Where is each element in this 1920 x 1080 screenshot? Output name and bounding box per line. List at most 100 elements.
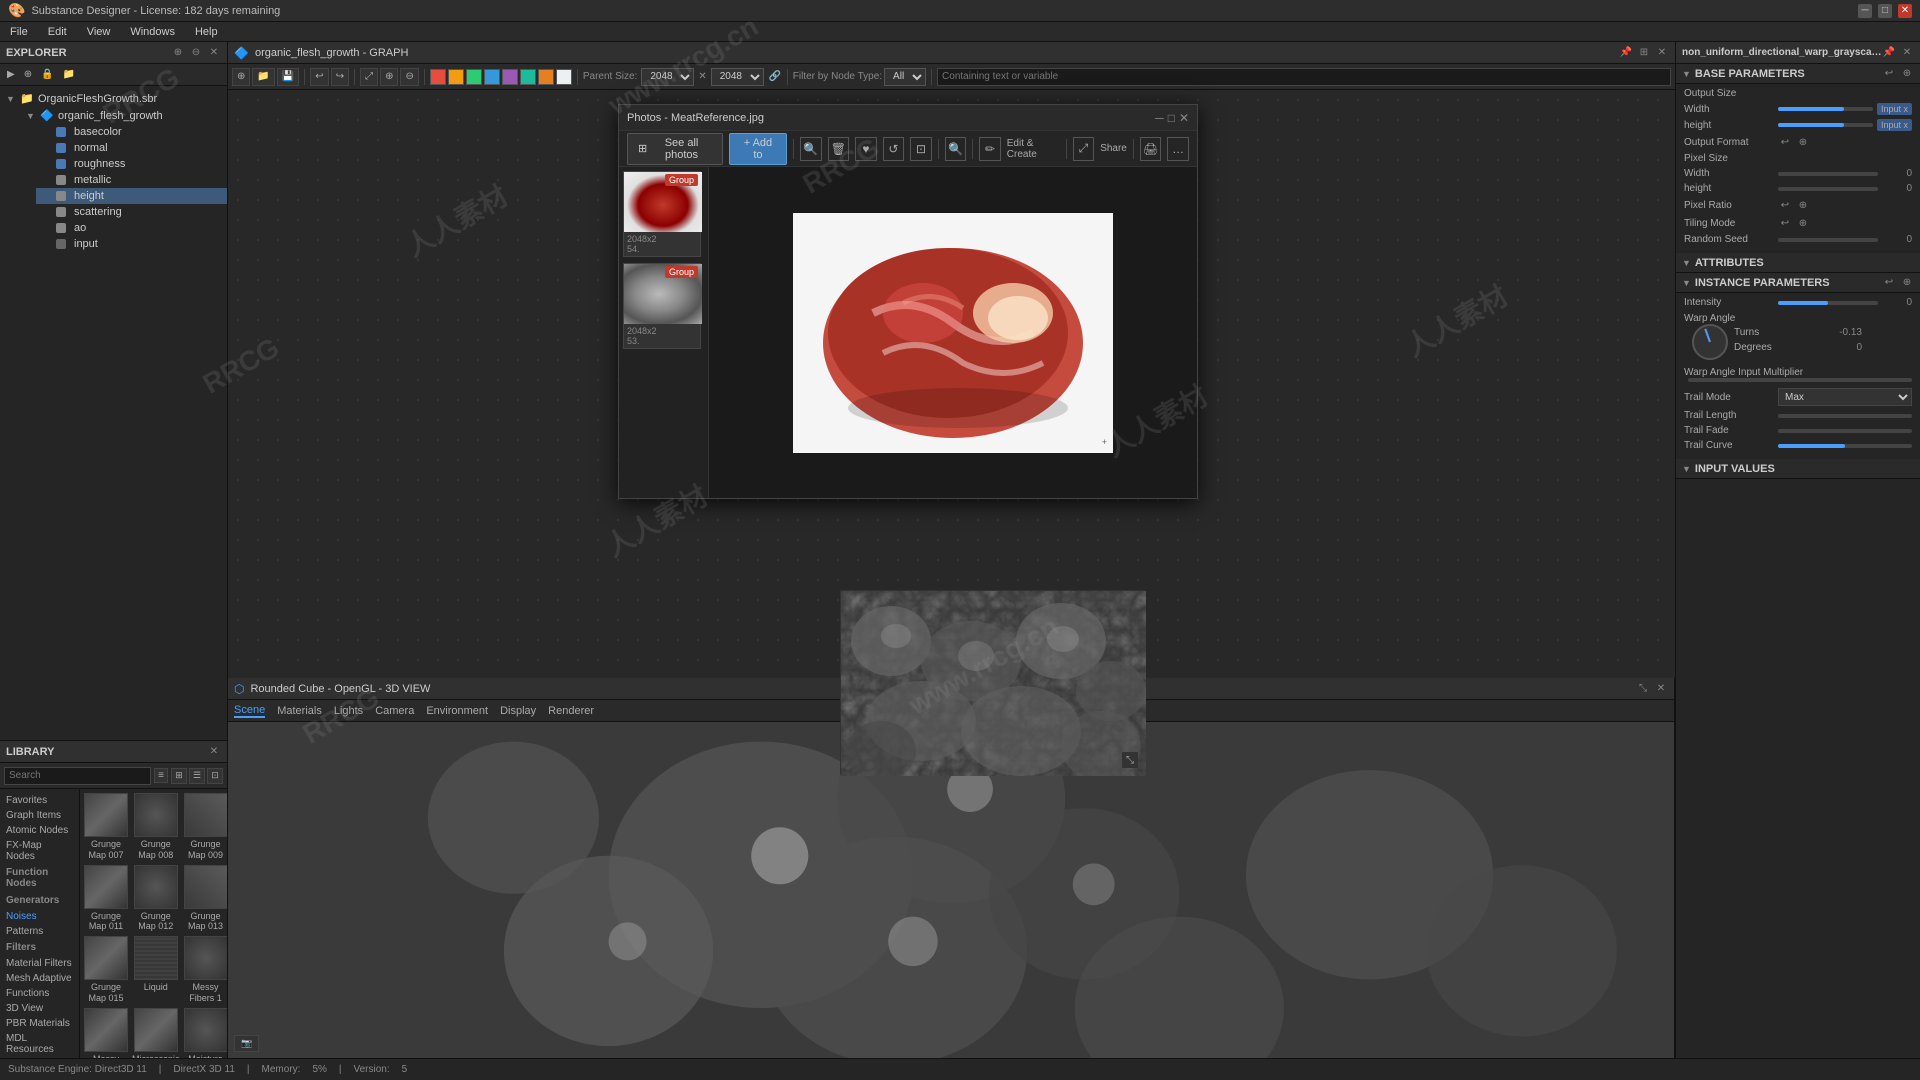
tiling-icon[interactable]: ↩ <box>1778 216 1792 230</box>
parent-size-select2[interactable]: 2048 <box>711 68 764 86</box>
palette-green[interactable] <box>466 69 482 85</box>
photos-trash-btn[interactable]: 🗑 <box>828 137 850 161</box>
menu-windows[interactable]: Windows <box>126 26 179 38</box>
trail-length-slider[interactable] <box>1778 414 1912 418</box>
library-close[interactable]: ✕ <box>207 745 221 759</box>
gt-open[interactable]: 📁 <box>252 68 274 86</box>
lib-cat-mdl-res[interactable]: MDL Resources <box>0 1031 79 1057</box>
maximize-button[interactable]: □ <box>1878 4 1892 18</box>
close-button[interactable]: ✕ <box>1898 4 1912 18</box>
parent-size-icon[interactable]: 🔗 <box>768 70 782 84</box>
exp-btn4[interactable]: 📁 <box>60 68 78 81</box>
input-values-header[interactable]: ▼ INPUT VALUES <box>1676 459 1920 479</box>
tree-item-roughness[interactable]: roughness <box>36 156 227 172</box>
photos-maximize[interactable]: □ <box>1168 111 1175 125</box>
lib-item-grunge011[interactable]: Grunge Map 011 <box>84 865 128 933</box>
explorer-close[interactable]: ✕ <box>207 46 221 60</box>
tree-item-height[interactable]: height <box>36 188 227 204</box>
explorer-icon1[interactable]: ⊕ <box>171 46 185 60</box>
lib-cat-pbr[interactable]: PBR Materials <box>0 1016 79 1031</box>
graph-expand[interactable]: ⊞ <box>1637 46 1651 60</box>
lib-filter-btn[interactable]: ≡ <box>154 768 168 783</box>
base-params-icon2[interactable]: ⊕ <box>1900 67 1914 81</box>
tiling-icon2[interactable]: ⊕ <box>1796 216 1810 230</box>
lib-item-grunge013[interactable]: Grunge Map 013 <box>184 865 227 933</box>
tree-item-root[interactable]: ▼ 📁 OrganicFleshGrowth.sbr <box>0 90 227 107</box>
lib-cat-fxmap[interactable]: FX-Map Nodes <box>0 838 79 864</box>
texture-expand-btn[interactable]: ⤡ <box>1122 752 1138 768</box>
view3d-tab-renderer[interactable]: Renderer <box>548 705 594 717</box>
menu-help[interactable]: Help <box>191 26 222 38</box>
menu-file[interactable]: File <box>6 26 32 38</box>
photos-crop-btn[interactable]: ⊡ <box>910 137 932 161</box>
gt-save[interactable]: 💾 <box>277 68 299 86</box>
tree-item-input[interactable]: input <box>36 236 227 252</box>
palette-teal[interactable] <box>520 69 536 85</box>
lib-cat-favorites[interactable]: Favorites <box>0 793 79 808</box>
lib-item-grunge015[interactable]: Grunge Map 015 <box>84 936 128 1004</box>
menu-edit[interactable]: Edit <box>44 26 71 38</box>
palette-darkorange[interactable] <box>538 69 554 85</box>
photo-thumb-2[interactable]: Group 2048x2 53. <box>623 263 701 349</box>
lib-cat-3dview[interactable]: 3D View <box>0 1001 79 1016</box>
lib-item-grunge008[interactable]: Grunge Map 008 <box>132 793 180 861</box>
lib-item-liquid[interactable]: Liquid <box>132 936 180 1004</box>
props-pin[interactable]: 📌 <box>1882 46 1896 60</box>
photos-minimize[interactable]: ─ <box>1155 111 1164 125</box>
palette-orange[interactable] <box>448 69 464 85</box>
photos-close[interactable]: ✕ <box>1179 111 1189 125</box>
lib-cat-functions[interactable]: Functions <box>0 986 79 1001</box>
palette-white[interactable] <box>556 69 572 85</box>
lib-cat-material-filters[interactable]: Material Filters <box>0 956 79 971</box>
view3d-expand[interactable]: ⤡ <box>1636 682 1650 696</box>
palette-red[interactable] <box>430 69 446 85</box>
props-close[interactable]: ✕ <box>1900 46 1914 60</box>
pixel-ratio-icon2[interactable]: ⊕ <box>1796 198 1810 212</box>
add-to-button[interactable]: + Add to <box>729 133 787 165</box>
output-format-icon1[interactable]: ↩ <box>1778 135 1792 149</box>
base-params-header[interactable]: ▼ BASE PARAMETERS ↩ ⊕ <box>1676 64 1920 84</box>
tree-item-normal[interactable]: normal <box>36 140 227 156</box>
lib-item-messy1[interactable]: Messy Fibers 1 <box>184 936 227 1004</box>
photos-print-btn[interactable]: 🖨 <box>1140 137 1162 161</box>
lib-cat-patterns[interactable]: Patterns <box>0 924 79 939</box>
warp-angle-dial[interactable] <box>1692 324 1728 360</box>
lib-item-grunge009[interactable]: Grunge Map 009 <box>184 793 227 861</box>
library-search-input[interactable] <box>4 767 151 785</box>
lib-cat-graph-items[interactable]: Graph Items <box>0 808 79 823</box>
instance-icon2[interactable]: ⊕ <box>1900 276 1914 290</box>
gt-zoom-in[interactable]: ⊕ <box>380 68 398 86</box>
see-all-photos-button[interactable]: ⊞ See all photos <box>627 133 723 165</box>
view3d-tab-camera[interactable]: Camera <box>375 705 414 717</box>
lib-view-more[interactable]: ⊡ <box>207 768 223 784</box>
menu-view[interactable]: View <box>83 26 115 38</box>
explorer-icon2[interactable]: ⊖ <box>189 46 203 60</box>
pixel-ratio-icon[interactable]: ↩ <box>1778 198 1792 212</box>
exp-btn2[interactable]: ⊕ <box>21 68 35 81</box>
lib-view-grid[interactable]: ⊞ <box>171 768 187 784</box>
instance-params-header[interactable]: ▼ INSTANCE PARAMETERS ↩ ⊕ <box>1676 273 1920 293</box>
output-format-icon2[interactable]: ⊕ <box>1796 135 1810 149</box>
tree-item-root2[interactable]: ▼ 🔷 organic_flesh_growth <box>20 107 227 124</box>
palette-purple[interactable] <box>502 69 518 85</box>
lib-item-grunge007[interactable]: Grunge Map 007 <box>84 793 128 861</box>
lib-view-list[interactable]: ☰ <box>189 768 205 784</box>
trail-curve-slider[interactable] <box>1778 444 1912 448</box>
gt-new[interactable]: ⊕ <box>232 68 250 86</box>
lib-cat-mesh[interactable]: Mesh Adaptive <box>0 971 79 986</box>
tree-item-scattering[interactable]: scattering <box>36 204 227 220</box>
minimize-button[interactable]: ─ <box>1858 4 1872 18</box>
parent-size-select[interactable]: 2048 1024 512 <box>641 68 694 86</box>
view3d-close[interactable]: ✕ <box>1654 682 1668 696</box>
tree-item-metallic[interactable]: metallic <box>36 172 227 188</box>
photos-refresh-btn[interactable]: ↺ <box>883 137 905 161</box>
photos-heart-btn[interactable]: ♥ <box>855 137 877 161</box>
view3d-tab-display[interactable]: Display <box>500 705 536 717</box>
exp-btn3[interactable]: 🔒 <box>38 68 56 81</box>
intensity-slider[interactable] <box>1778 301 1878 305</box>
view3d-tab-environment[interactable]: Environment <box>426 705 488 717</box>
instance-icon1[interactable]: ↩ <box>1882 276 1896 290</box>
trail-mode-select[interactable]: Max <box>1778 388 1912 406</box>
view3d-tab-lights[interactable]: Lights <box>334 705 363 717</box>
gt-redo[interactable]: ↪ <box>331 68 349 86</box>
